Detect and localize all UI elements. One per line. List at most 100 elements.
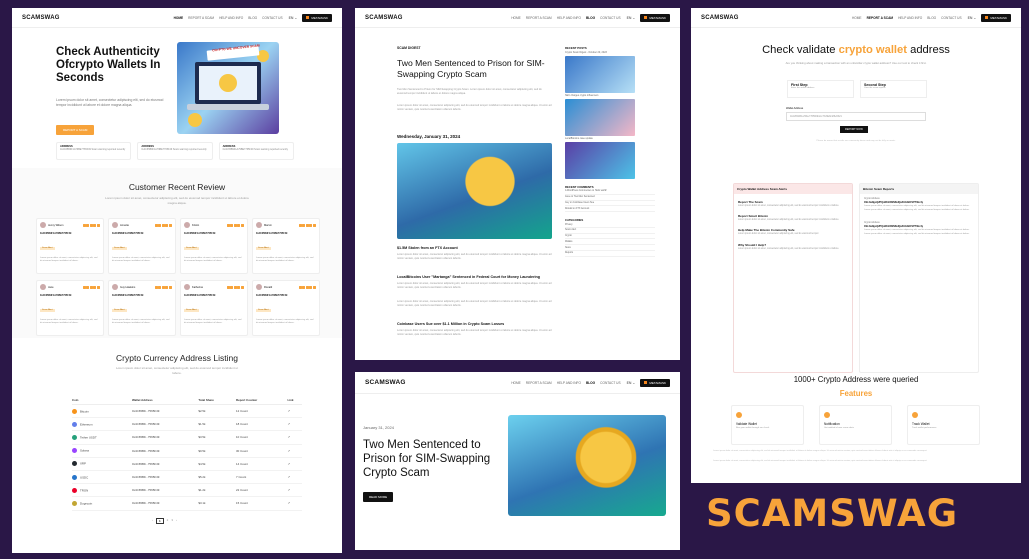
mini-card[interactable]: ADDRESS 0x4C65B9F1A79BE7765F49 Scam warni…: [137, 142, 213, 160]
logo[interactable]: SCAMSWAG: [365, 379, 406, 386]
sidebar-recent-posts: RECENT POSTS Crypto Scam Digest - Octobe…: [565, 46, 655, 257]
table-row[interactable]: Solana 0x4C65B9...7565F49 $0.5k 30 Count ↗: [72, 444, 302, 458]
report-scam-button[interactable]: REPORT A SCAM: [56, 125, 95, 135]
faq-question[interactable]: Help Make The Bitcoin Community Safe: [738, 228, 848, 232]
nav-home[interactable]: HOME: [174, 16, 184, 20]
hero-post-image[interactable]: [508, 415, 666, 516]
coin-icon: [72, 500, 77, 506]
coin-icon: [72, 487, 77, 493]
nav-blog[interactable]: BLOG: [586, 381, 595, 385]
nav-home[interactable]: HOME: [511, 16, 521, 20]
external-link-icon[interactable]: ↗: [287, 430, 302, 445]
table-row[interactable]: TRON 0x4C65B9...7565F49 $1.2k 22 Count ↗: [72, 483, 302, 498]
external-link-icon[interactable]: ↗: [287, 496, 302, 511]
recent-post-thumb[interactable]: [565, 56, 635, 93]
report-now-button[interactable]: REPORT NOW: [840, 126, 868, 133]
coin-cell: XRP: [72, 457, 132, 471]
nav-report[interactable]: REPORT A SCAM: [526, 16, 552, 20]
nav-report[interactable]: REPORT A SCAM: [526, 381, 552, 385]
report-key: Crypto Address: [864, 222, 880, 224]
avatar: [40, 284, 46, 290]
logo[interactable]: SCAMSWAG: [701, 15, 739, 21]
pager-next[interactable]: ›: [176, 518, 177, 524]
pager-page-2[interactable]: 2: [167, 518, 169, 524]
mini-card[interactable]: ADDRESS 0x4C65B9F1A79BE7765F49 Scam warni…: [218, 142, 294, 160]
recent-post-thumb[interactable]: [565, 99, 635, 136]
feature-card-validate[interactable]: Validate Wallet Run your wallet through o…: [731, 405, 804, 445]
nav-contact[interactable]: CONTACT US: [600, 16, 620, 20]
external-link-icon[interactable]: ↗: [287, 470, 302, 485]
feature-title: Track Wallet: [912, 422, 930, 426]
nav-home[interactable]: HOME: [852, 16, 862, 20]
nav-help[interactable]: HELP AND INFO: [219, 16, 243, 20]
review-card[interactable]: Katherine 0x4C65B9F1A79BE7765F49 Scam Aler…: [180, 280, 248, 336]
nav-contact[interactable]: CONTACT US: [941, 16, 961, 20]
recent-post-caption[interactable]: SEC charges crypto influencers: [565, 94, 655, 97]
review-card[interactable]: Ronald 0x4C65B9F1A79BE7765F49 Scam Alert Lo…: [252, 280, 320, 336]
wallet-address-input[interactable]: 0x4c65b9f1a79be7765f49b2cc7b39a5cdf6e532…: [786, 112, 926, 121]
nav-contact[interactable]: CONTACT US: [262, 16, 282, 20]
pager-prev[interactable]: ‹: [152, 518, 153, 524]
review-card[interactable]: Marvin 0x4C65B9F1A79BE7765F49 Scam Alert Lo…: [252, 218, 320, 274]
logo[interactable]: SCAMSWAG: [365, 15, 403, 21]
language-select[interactable]: EN ⌄: [289, 16, 298, 20]
metamask-button[interactable]: METAMASK: [981, 13, 1011, 22]
metamask-button[interactable]: METAMASK: [640, 378, 670, 387]
read-more-button[interactable]: READ MORE: [363, 492, 394, 502]
review-card[interactable]: Jane 0x4C65B9F1A79BE7765F49 Scam Alert Lore…: [36, 280, 104, 336]
faq-question[interactable]: Report The Scam: [738, 200, 848, 204]
faq-question[interactable]: Why Should I Help?: [738, 243, 848, 247]
wallet-address-cell: 0x4C65B9...7565F49: [132, 444, 199, 458]
external-link-icon[interactable]: ↗: [287, 404, 302, 419]
nav-blog[interactable]: BLOG: [927, 16, 936, 20]
language-select[interactable]: EN ⌄: [968, 16, 977, 20]
recent-post-thumb[interactable]: [565, 142, 635, 179]
nav-blog[interactable]: BLOG: [248, 16, 257, 20]
pager-page-3[interactable]: 3: [171, 518, 173, 524]
coin-name: USDC: [80, 474, 89, 479]
recent-post-caption[interactable]: LocalBitcoins case update: [565, 137, 655, 140]
review-card[interactable]: Guy Hawkins 0x4C65B9F1A79BE7765F49 Scam Al…: [108, 280, 176, 336]
metamask-button[interactable]: METAMASK: [302, 13, 332, 22]
language-select[interactable]: EN ⌄: [627, 381, 636, 385]
pager-page-1[interactable]: 1: [156, 518, 164, 524]
wallet-address-cell: 0x4C65B9...7565F49: [132, 483, 199, 498]
nav-home[interactable]: HOME: [511, 381, 521, 385]
nav-contact[interactable]: CONTACT US: [600, 381, 620, 385]
review-card[interactable]: Kristin 0x4C65B9F1A79BE7765F49 Scam Alert L…: [180, 218, 248, 274]
feature-card-notification[interactable]: Notification Get notified of new scam ale…: [819, 405, 892, 445]
table-row[interactable]: USDC 0x4C65B9...7565F49 $5.2k 7 Count ↗: [72, 470, 302, 485]
coin-name: Solana: [80, 448, 90, 453]
nav-report[interactable]: REPORT A SCAM: [188, 16, 214, 20]
nav-blog[interactable]: BLOG: [586, 16, 595, 20]
table-row[interactable]: Ethereum 0x4C65B9...7565F49 $1.5k 18 Count ↗: [72, 417, 302, 432]
category-item[interactable]: Reports: [565, 251, 655, 257]
mini-card[interactable]: ADDRESS 0x4C65B9F1A79BE7765F49 Scam warni…: [56, 142, 132, 160]
external-link-icon[interactable]: ↗: [287, 417, 302, 432]
external-link-icon[interactable]: ↗: [287, 444, 302, 458]
nav-help[interactable]: HELP AND INFO: [898, 16, 922, 20]
external-link-icon[interactable]: ↗: [287, 483, 302, 498]
nav-report[interactable]: REPORT A SCAM: [867, 16, 894, 20]
external-link-icon[interactable]: ↗: [287, 457, 302, 471]
review-card[interactable]: Jenny Wilson 0x4C65B9F1A79BE7765F49 Scam A…: [36, 218, 104, 274]
recent-post-caption[interactable]: Crypto Scam Digest - October 20, 2023: [565, 51, 655, 54]
review-card[interactable]: Annette 0x4C65B9F1A79BE7765F49 Scam Alert L…: [108, 218, 176, 274]
table-row[interactable]: XRP 0x4C65B9...7565F49 $4.5k 14 Count ↗: [72, 457, 302, 471]
language-select[interactable]: EN ⌄: [627, 16, 636, 20]
comment-item[interactable]: Ronald on FTX Account: [565, 206, 655, 213]
logo[interactable]: SCAMSWAG: [22, 15, 60, 21]
star-icon: [298, 223, 302, 227]
table-row[interactable]: Bitcoin 0x4C65B9...7565F49 $2.5k 12 Count ↗: [72, 404, 302, 419]
metamask-button[interactable]: METAMASK: [640, 13, 670, 22]
nav-help[interactable]: HELP AND INFO: [557, 381, 581, 385]
table-row[interactable]: Tether USDT 0x4C65B9...7565F49 $3.5k 10 Cou…: [72, 430, 302, 445]
avatar: [184, 222, 190, 228]
report-address[interactable]: 1NL4wNgoQ2PQoNKJt3NNfbdQaZtVeNdCVPT9bc4y: [864, 201, 974, 204]
feature-card-track[interactable]: Track Wallet Track wallet performance: [907, 405, 980, 445]
table-row[interactable]: Dogecoin 0x4C65B9...7565F49 $3.1k 15 Count ↗: [72, 496, 302, 511]
report-address[interactable]: 1NL4wNgoQ2PQoNKJt3NNfbdQaZtVeNdCVPT9bc4y: [864, 225, 974, 228]
faq-question[interactable]: Report Smart Bitcoin: [738, 214, 848, 218]
coin-name: Bitcoin: [80, 408, 89, 413]
nav-help[interactable]: HELP AND INFO: [557, 16, 581, 20]
